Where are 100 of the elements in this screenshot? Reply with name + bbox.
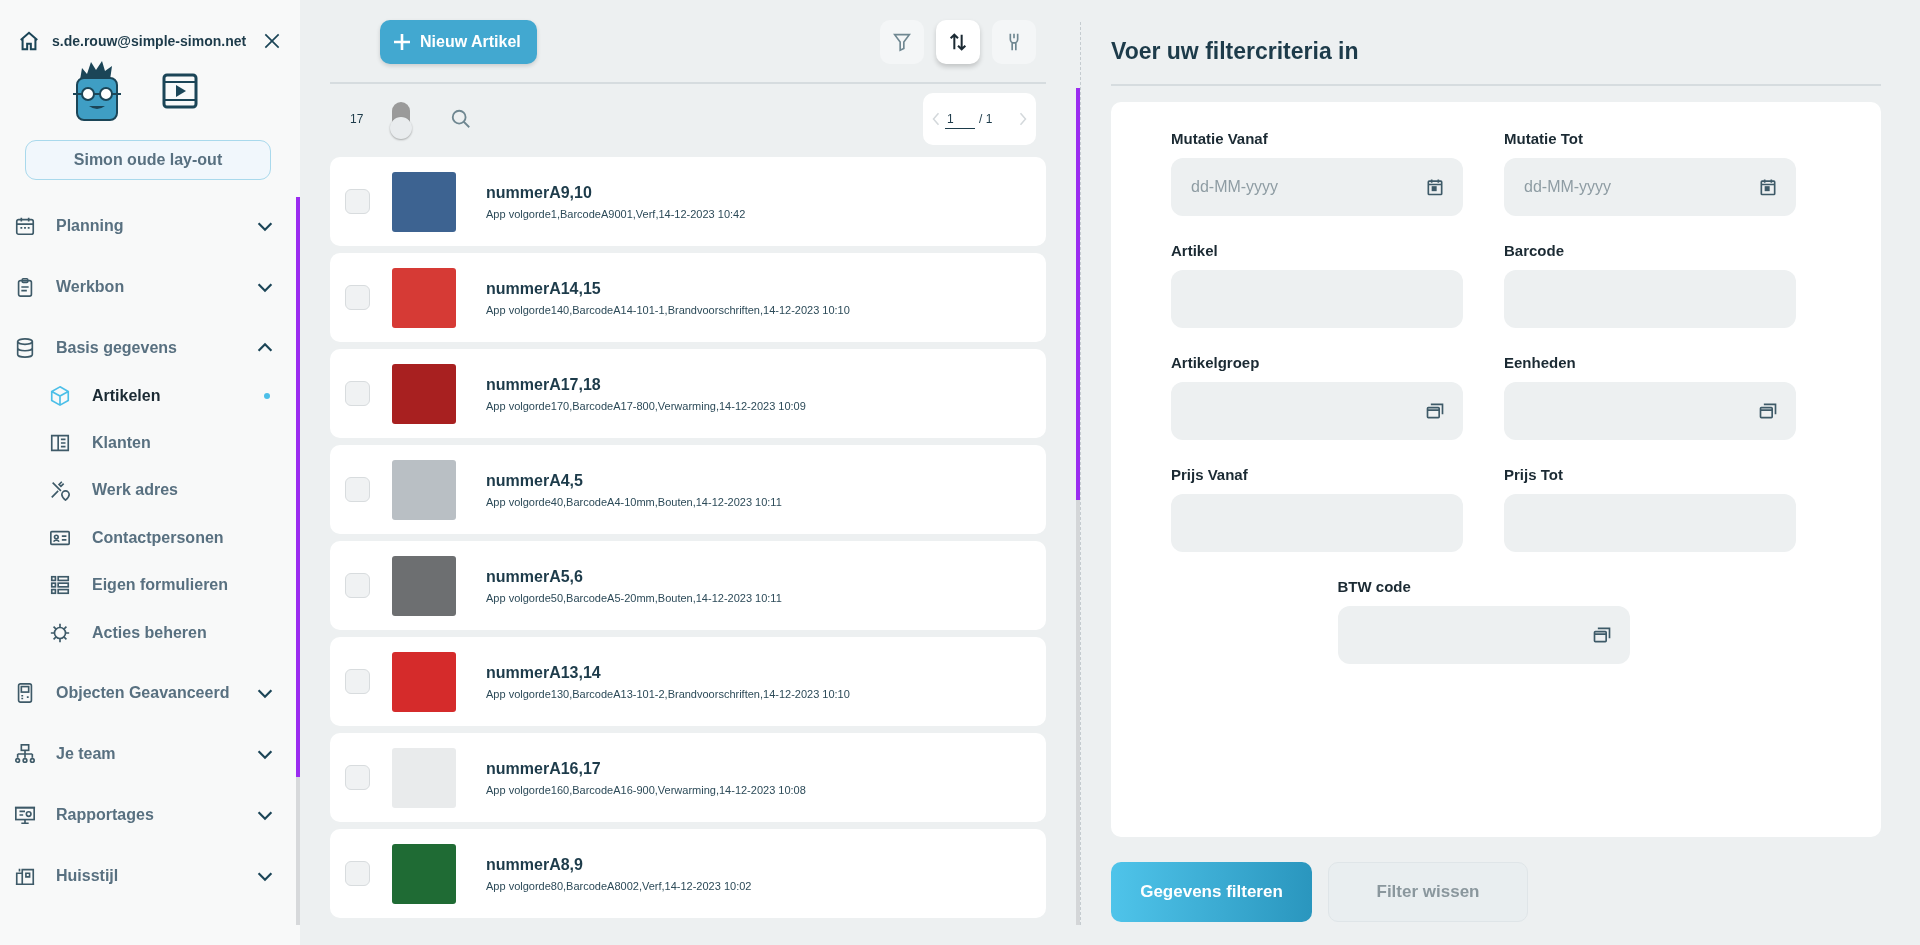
- org-chart-icon: [14, 742, 36, 765]
- checkbox[interactable]: [345, 861, 370, 886]
- photo-placeholder: [392, 171, 456, 232]
- home-icon[interactable]: [18, 30, 40, 52]
- article-card[interactable]: nummerA8,9 App volgorde80,BarcodeA8002,Verf,14-12-2023 10:02: [330, 829, 1046, 918]
- article-card[interactable]: nummerA13,14 App volgorde130,BarcodeA13-101-2,Brandvoorschriften,14-12-2023 10:10: [330, 637, 1046, 726]
- nav-item-label: Artikelen: [92, 386, 162, 405]
- scrollbar[interactable]: [1076, 88, 1080, 925]
- layout-button[interactable]: Simon oude lay-out: [25, 140, 271, 180]
- date-field[interactable]: dd-MM-yyyy: [1171, 158, 1463, 216]
- article-title: nummerA8,9: [486, 855, 584, 874]
- article-details: App volgorde160,BarcodeA16-900,Verwarming,14-12-2023 10:08: [486, 783, 806, 796]
- input-field[interactable]: [1504, 382, 1796, 440]
- article-card[interactable]: nummerA14,15 App volgorde140,BarcodeA14-101-1,Brandvoorschriften,14-12-2023 10:10: [330, 253, 1046, 342]
- nav-item[interactable]: Acties beheren: [0, 608, 296, 657]
- nav-group-label: Rapportages: [56, 805, 155, 824]
- field-label: Prijs Vanaf: [1171, 466, 1249, 484]
- gear-icon: [49, 621, 71, 644]
- article-card[interactable]: nummerA17,18 App volgorde170,BarcodeA17-800,Verwarming,14-12-2023 10:09: [330, 349, 1046, 438]
- nav-group-label: Werkbon: [56, 277, 126, 296]
- cube-icon: [49, 384, 71, 407]
- active-dot: [264, 392, 270, 399]
- sort-icon: [947, 31, 969, 53]
- nav-item-label: Eigen formulieren: [92, 576, 230, 595]
- input-field[interactable]: [1337, 606, 1630, 664]
- field-label: Barcode: [1504, 242, 1566, 260]
- input-field[interactable]: [1171, 382, 1463, 440]
- search-icon[interactable]: [450, 108, 472, 130]
- article-details: App volgorde130,BarcodeA13-101-2,Brandvoorschriften,14-12-2023 10:10: [486, 687, 850, 700]
- nav-item-label: Klanten: [92, 434, 152, 453]
- nav-item[interactable]: Contactpersonen: [0, 514, 296, 562]
- nav-item[interactable]: Eigen formulieren: [0, 561, 296, 609]
- photo-placeholder: [392, 459, 456, 520]
- nav-group-label: Planning: [56, 216, 125, 235]
- checkbox[interactable]: [345, 189, 370, 214]
- nav-item-label: Werk adres: [92, 481, 179, 500]
- nav-group[interactable]: Werkbon: [0, 256, 296, 317]
- calendar-icon[interactable]: [1425, 177, 1445, 197]
- field-label: Eenheden: [1504, 354, 1577, 372]
- nav-item[interactable]: Klanten: [0, 419, 296, 467]
- item-count: 17: [350, 112, 365, 126]
- mascot-logo: [72, 61, 122, 121]
- page-total: / 1: [979, 112, 994, 126]
- field-label: BTW code: [1337, 578, 1412, 596]
- article-title: nummerA17,18: [486, 375, 602, 394]
- nav-group[interactable]: Rapportages: [0, 784, 296, 846]
- article-card[interactable]: nummerA5,6 App volgorde50,BarcodeA5-20mm,Bouten,14-12-2023 10:11: [330, 541, 1046, 630]
- checkbox[interactable]: [345, 573, 370, 598]
- photo-placeholder: [392, 843, 456, 904]
- article-details: App volgorde140,BarcodeA14-101-1,Brandvoorschriften,14-12-2023 10:10: [486, 303, 850, 316]
- article-title: nummerA13,14: [486, 663, 602, 682]
- article-title: nummerA4,5: [486, 471, 584, 490]
- photo-placeholder: [392, 651, 456, 712]
- nav-group-label: Basis gegevens: [56, 338, 178, 357]
- tools-icon: [49, 479, 71, 502]
- date-field[interactable]: dd-MM-yyyy: [1504, 158, 1796, 216]
- windows-icon[interactable]: [1425, 401, 1445, 421]
- windows-icon[interactable]: [1758, 401, 1778, 421]
- database-icon: [14, 336, 36, 359]
- toggle-switch[interactable]: [392, 102, 410, 136]
- nav-group-label: Objecten Geavanceerd: [56, 683, 231, 702]
- apply-filter-button[interactable]: Gegevens filteren: [1111, 862, 1312, 922]
- article-details: App volgorde50,BarcodeA5-20mm,Bouten,14-12-2023 10:11: [486, 591, 782, 604]
- film-play-icon[interactable]: [162, 73, 198, 109]
- toolbar-button[interactable]: [936, 20, 980, 64]
- article-card[interactable]: nummerA4,5 App volgorde40,BarcodeA4-10mm,Bouten,14-12-2023 10:11: [330, 445, 1046, 534]
- article-title: nummerA16,17: [486, 759, 602, 778]
- nav-group[interactable]: Je team: [0, 723, 296, 785]
- nav-item-label: Contactpersonen: [92, 528, 225, 547]
- plus-icon: [392, 32, 412, 52]
- nav-group-label: Je team: [56, 744, 117, 763]
- photo-placeholder: [392, 267, 456, 328]
- field-label: Artikelgroep: [1171, 354, 1261, 372]
- filter-icon: [891, 31, 913, 53]
- scrollbar[interactable]: [296, 197, 300, 925]
- nav-item[interactable]: Werk adres: [0, 466, 296, 515]
- nav-item-label: Acties beheren: [92, 623, 208, 642]
- article-details: App volgorde40,BarcodeA4-10mm,Bouten,14-12-2023 10:11: [486, 495, 782, 508]
- nav-group[interactable]: Objecten Geavanceerd: [0, 662, 296, 724]
- windows-icon[interactable]: [1591, 625, 1612, 645]
- calendar-icon[interactable]: [1758, 177, 1778, 197]
- article-card[interactable]: nummerA9,10 App volgorde1,BarcodeA9001,Verf,14-12-2023 10:42: [330, 157, 1046, 246]
- checkbox[interactable]: [345, 765, 370, 790]
- article-title: nummerA14,15: [486, 279, 602, 298]
- field-label: Mutatie Tot: [1504, 130, 1584, 148]
- checkbox[interactable]: [345, 477, 370, 502]
- nav-group[interactable]: Huisstijl: [0, 845, 296, 907]
- article-card[interactable]: nummerA16,17 App volgorde160,BarcodeA16-900,Verwarming,14-12-2023 10:08: [330, 733, 1046, 822]
- nav-group[interactable]: Planning: [0, 195, 296, 256]
- checkbox[interactable]: [345, 285, 370, 310]
- article-details: App volgorde1,BarcodeA9001,Verf,14-12-2023 10:42: [486, 207, 746, 220]
- photo-placeholder: [392, 363, 456, 424]
- field-label: Artikel: [1171, 242, 1219, 260]
- checkbox[interactable]: [345, 381, 370, 406]
- article-details: App volgorde170,BarcodeA17-800,Verwarming,14-12-2023 10:09: [486, 399, 806, 412]
- article-title: nummerA5,6: [486, 567, 584, 586]
- checkbox[interactable]: [345, 669, 370, 694]
- new-article-button[interactable]: Nieuw Artikel: [380, 20, 537, 64]
- close-icon[interactable]: [262, 31, 282, 51]
- article-details: App volgorde80,BarcodeA8002,Verf,14-12-2023 10:02: [486, 879, 752, 892]
